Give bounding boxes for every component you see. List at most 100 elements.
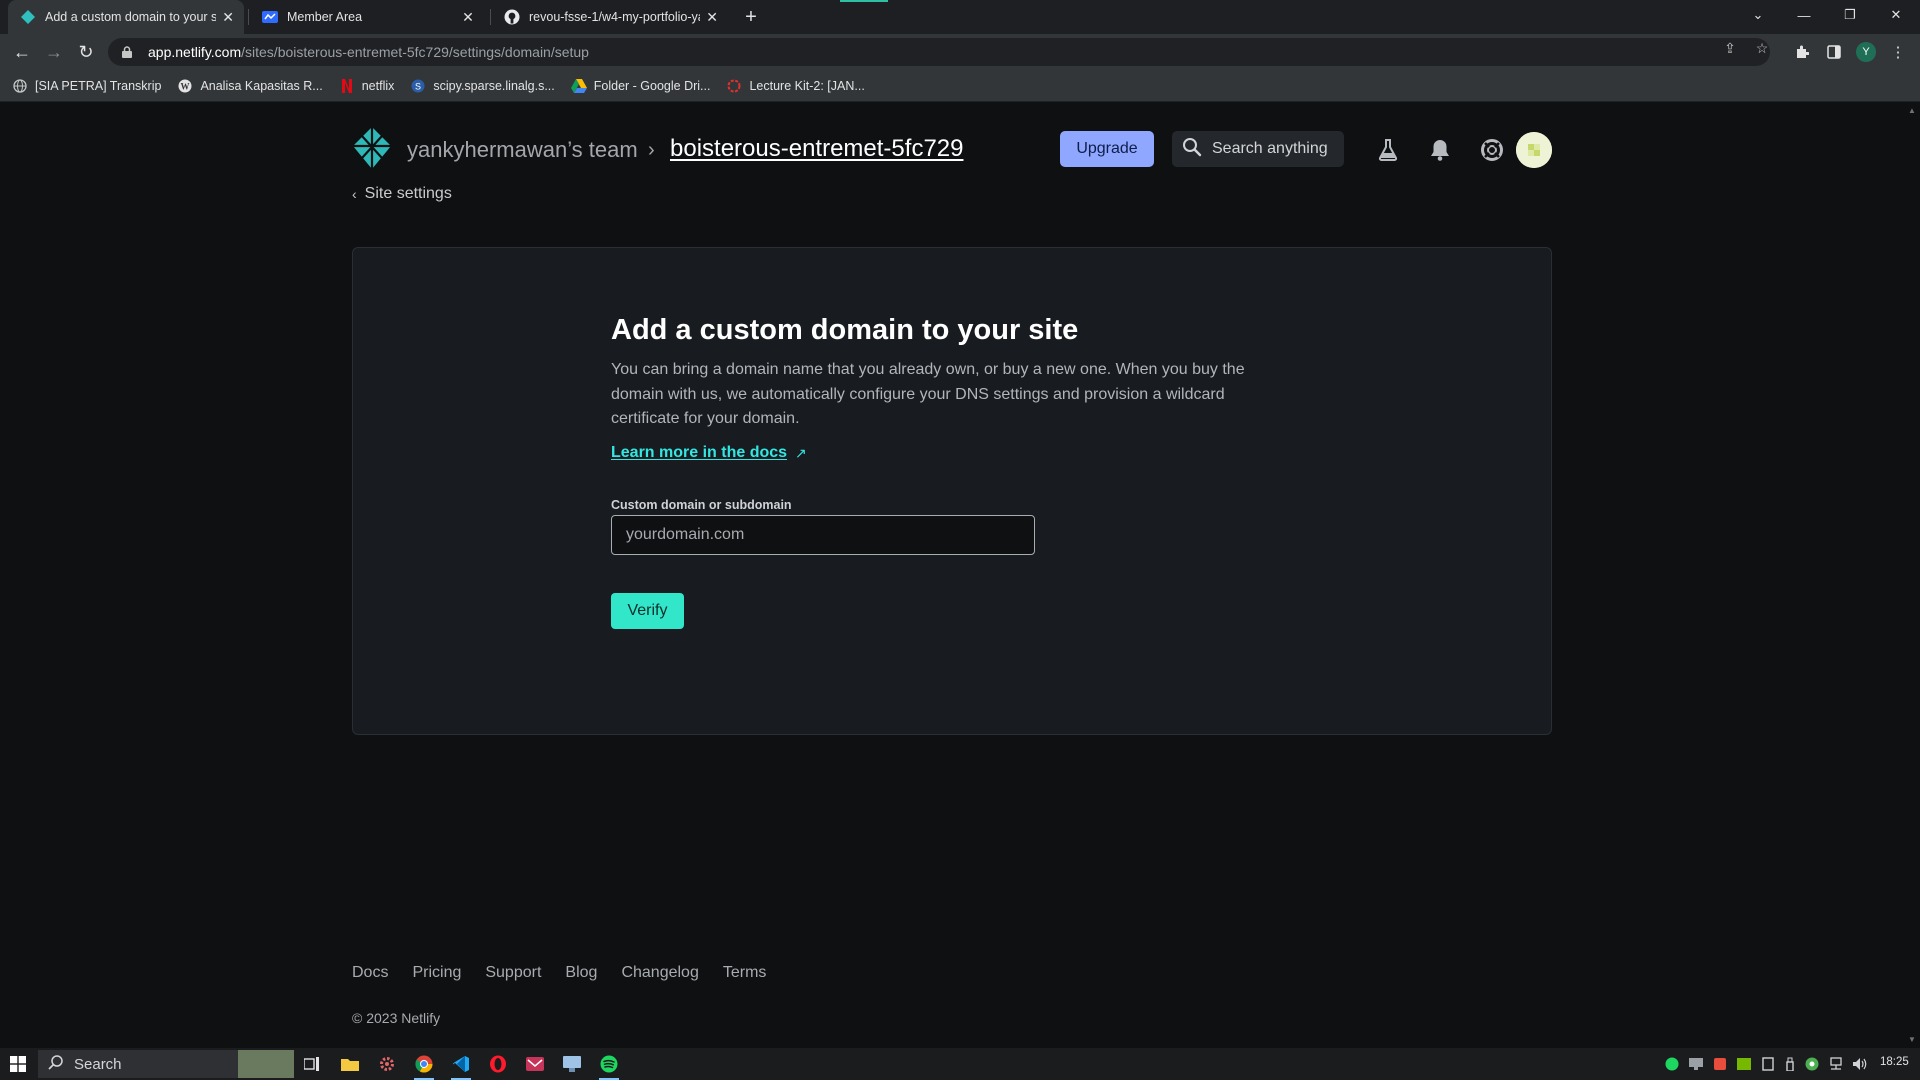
svg-text:W: W bbox=[181, 81, 190, 91]
minimize-icon[interactable]: — bbox=[1782, 0, 1826, 30]
spotify-icon[interactable] bbox=[591, 1048, 627, 1080]
app-tray-icon[interactable] bbox=[1712, 1056, 1728, 1072]
footer-link-support[interactable]: Support bbox=[485, 964, 541, 982]
vscode-icon[interactable] bbox=[443, 1048, 479, 1080]
lecture-icon bbox=[726, 78, 742, 94]
side-panel-icon[interactable] bbox=[1824, 42, 1844, 62]
description: You can bring a domain name that you alr… bbox=[611, 361, 1245, 427]
page-title: Add a custom domain to your site bbox=[611, 314, 1079, 346]
chevron-left-icon: ‹ bbox=[352, 186, 357, 202]
new-tab-button[interactable]: + bbox=[738, 4, 764, 30]
bookmark-lecture-kit[interactable]: Lecture Kit-2: [JAN... bbox=[726, 78, 865, 94]
bookmark-star-icon[interactable]: ☆ bbox=[1754, 40, 1770, 56]
forward-arrow-icon[interactable]: → bbox=[40, 38, 68, 66]
tab-title: Member Area bbox=[287, 10, 363, 24]
extensions-icon[interactable] bbox=[1792, 42, 1812, 62]
spotify-tray-icon[interactable] bbox=[1664, 1056, 1680, 1072]
scroll-down-icon[interactable]: ▼ bbox=[1908, 1035, 1916, 1044]
volume-icon[interactable] bbox=[1852, 1056, 1868, 1072]
bookmarks-bar: [SIA PETRA] Transkrip W Analisa Kapasita… bbox=[0, 70, 1920, 102]
address-bar[interactable]: app.netlify.com/sites/boisterous-entreme… bbox=[108, 38, 1770, 66]
footer-link-blog[interactable]: Blog bbox=[565, 964, 597, 982]
netlify-logo-icon[interactable] bbox=[352, 126, 392, 170]
back-arrow-icon[interactable]: ← bbox=[8, 38, 36, 66]
bookmark-netflix[interactable]: netflix bbox=[339, 78, 394, 94]
labs-flask-icon[interactable] bbox=[1376, 138, 1400, 162]
profile-avatar[interactable]: Y bbox=[1856, 42, 1876, 62]
usb-tray-icon[interactable] bbox=[1782, 1056, 1798, 1072]
search-button[interactable]: Search anything bbox=[1172, 131, 1344, 167]
scroll-up-icon[interactable]: ▲ bbox=[1908, 106, 1916, 115]
window-close-icon[interactable]: ✕ bbox=[1874, 0, 1918, 30]
url-text: app.netlify.com/sites/boisterous-entreme… bbox=[148, 44, 589, 60]
globe-icon bbox=[12, 78, 28, 94]
bookmark-analisa[interactable]: W Analisa Kapasitas R... bbox=[177, 78, 323, 94]
domain-field-label: Custom domain or subdomain bbox=[611, 498, 792, 512]
chrome-icon[interactable] bbox=[406, 1048, 442, 1080]
url-host: app.netlify.com bbox=[148, 44, 242, 60]
back-link-label: Site settings bbox=[364, 185, 452, 202]
windows-start-icon[interactable] bbox=[4, 1054, 32, 1074]
tab-title: revou-fsse-1/w4-my-portfolio-yankyhermaw… bbox=[529, 10, 701, 24]
tab-member-area[interactable]: Member Area ✕ bbox=[250, 0, 486, 34]
netlify-icon bbox=[20, 9, 36, 25]
help-lifebuoy-icon[interactable] bbox=[1480, 138, 1504, 162]
bookmark-label: Lecture Kit-2: [JAN... bbox=[749, 78, 865, 93]
site-settings-back-link[interactable]: ‹ Site settings bbox=[352, 185, 452, 203]
bookmark-google-drive[interactable]: Folder - Google Dri... bbox=[570, 78, 711, 94]
verify-button[interactable]: Verify bbox=[611, 593, 684, 629]
domain-input[interactable] bbox=[611, 515, 1035, 555]
remote-desktop-icon[interactable] bbox=[554, 1048, 590, 1080]
windows-taskbar: Search 18:25 bbox=[0, 1048, 1920, 1080]
external-link-icon: ↗ bbox=[795, 444, 807, 461]
taskbar-search[interactable]: Search bbox=[38, 1050, 294, 1078]
close-icon[interactable]: ✕ bbox=[706, 9, 718, 26]
opera-icon[interactable] bbox=[480, 1048, 516, 1080]
restore-icon[interactable]: ❐ bbox=[1828, 0, 1872, 30]
close-icon[interactable]: ✕ bbox=[460, 9, 476, 26]
bookmark-scipy[interactable]: S scipy.sparse.linalg.s... bbox=[410, 78, 555, 94]
bookmark-label: Folder - Google Dri... bbox=[593, 78, 711, 93]
bookmark-label: scipy.sparse.linalg.s... bbox=[433, 78, 555, 93]
mail-app-icon[interactable] bbox=[517, 1048, 553, 1080]
copyright: © 2023 Netlify bbox=[352, 1010, 441, 1026]
tab-search-icon[interactable]: ⌄ bbox=[1736, 0, 1780, 30]
share-icon[interactable]: ⇪ bbox=[1722, 40, 1738, 56]
footer-link-pricing[interactable]: Pricing bbox=[412, 964, 461, 982]
github-icon bbox=[504, 9, 520, 25]
network-icon[interactable] bbox=[1828, 1056, 1844, 1072]
docs-link[interactable]: Learn more in the docs ↗ bbox=[611, 444, 807, 462]
menu-kebab-icon[interactable]: ⋮ bbox=[1888, 42, 1908, 62]
user-avatar[interactable] bbox=[1516, 132, 1552, 168]
file-explorer-icon[interactable] bbox=[332, 1048, 368, 1080]
tab-netlify[interactable]: Add a custom domain to your site | Netli… bbox=[8, 0, 244, 34]
display-tray-icon[interactable] bbox=[1688, 1056, 1704, 1072]
bookmark-sia-petra[interactable]: [SIA PETRA] Transkrip bbox=[12, 78, 161, 94]
search-icon bbox=[1182, 137, 1202, 162]
task-view-icon[interactable] bbox=[294, 1048, 330, 1080]
settings-gear-icon[interactable] bbox=[369, 1048, 405, 1080]
bookmark-label: [SIA PETRA] Transkrip bbox=[35, 78, 162, 93]
storage-tray-icon[interactable] bbox=[1760, 1056, 1776, 1072]
footer-link-docs[interactable]: Docs bbox=[352, 964, 388, 982]
chrome-tray-icon[interactable] bbox=[1804, 1056, 1820, 1072]
search-label: Search anything bbox=[1212, 140, 1328, 157]
team-breadcrumb[interactable]: yankyhermawan’s team bbox=[407, 137, 638, 163]
top-navigation: yankyhermawan’s team › boisterous-entrem… bbox=[352, 126, 1552, 178]
upgrade-button[interactable]: Upgrade bbox=[1060, 131, 1154, 167]
nvidia-tray-icon[interactable] bbox=[1736, 1056, 1752, 1072]
bookmark-label: Analisa Kapasitas R... bbox=[200, 78, 323, 93]
tab-divider bbox=[248, 9, 249, 25]
footer-link-terms[interactable]: Terms bbox=[723, 964, 767, 982]
page-scrollbar[interactable]: ▲ ▼ bbox=[1904, 102, 1920, 1048]
tab-github[interactable]: revou-fsse-1/w4-my-portfolio-yankyhermaw… bbox=[492, 0, 728, 34]
tab-divider bbox=[490, 9, 491, 25]
reload-icon[interactable]: ↻ bbox=[72, 38, 100, 66]
taskbar-clock[interactable]: 18:25 bbox=[1880, 1056, 1909, 1068]
docs-link-label: Learn more in the docs bbox=[611, 444, 788, 461]
notifications-bell-icon[interactable] bbox=[1428, 138, 1452, 162]
breadcrumb-separator: › bbox=[648, 139, 655, 161]
site-name-breadcrumb[interactable]: boisterous-entremet-5fc729 bbox=[670, 135, 963, 163]
close-icon[interactable]: ✕ bbox=[222, 9, 234, 26]
footer-link-changelog[interactable]: Changelog bbox=[621, 964, 698, 982]
